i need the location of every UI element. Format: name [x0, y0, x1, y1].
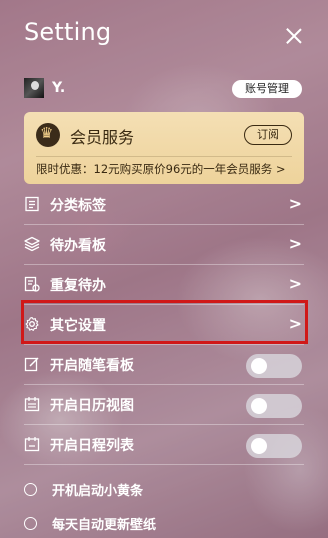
menu-item-other-settings[interactable]: 其它设置 >	[24, 304, 304, 345]
schedule-list-toggle[interactable]	[246, 434, 302, 458]
menu-item-label: 其它设置	[50, 318, 106, 334]
toggle-row-schedule-list: 开启日程列表	[24, 424, 304, 465]
menu-item-todo-board[interactable]: 待办看板 >	[24, 224, 304, 265]
option-label: 每天自动更新壁纸	[52, 518, 157, 533]
menu-item-label: 重复待办	[50, 278, 106, 294]
menu-item-categories[interactable]: 分类标签 >	[24, 184, 304, 225]
close-icon[interactable]	[285, 27, 303, 45]
account-manage-button[interactable]: 账号管理	[232, 80, 302, 98]
layers-icon	[24, 236, 40, 252]
crown-icon	[36, 123, 60, 147]
schedule-icon	[24, 437, 40, 452]
vip-divider	[36, 156, 292, 157]
menu-item-repeat-todo[interactable]: 重复待办 >	[24, 264, 304, 305]
user-info: Y.	[24, 78, 65, 98]
option-label: 开机启动小黄条	[52, 484, 144, 499]
toggle-row-notes-board: 开启随笔看板	[24, 344, 304, 385]
menu-item-label: 待办看板	[50, 238, 106, 254]
subscribe-button[interactable]: 订阅	[244, 125, 292, 145]
list-icon	[25, 196, 39, 212]
toggle-knob	[251, 358, 267, 374]
radio-button[interactable]	[24, 483, 37, 496]
radio-button[interactable]	[24, 517, 37, 530]
chevron-right-icon: >	[288, 194, 302, 213]
vip-offer-link[interactable]: 限时优惠：12元购买原价96元的一年会员服务 >	[36, 160, 286, 178]
gear-icon	[25, 316, 39, 331]
vip-card[interactable]: 会员服务 订阅 限时优惠：12元购买原价96元的一年会员服务 >	[24, 112, 304, 184]
calendar-view-toggle[interactable]	[246, 394, 302, 418]
note-edit-icon	[24, 357, 39, 372]
chevron-right-icon: >	[288, 314, 302, 333]
menu-item-label: 分类标签	[50, 198, 106, 214]
vip-title: 会员服务	[70, 128, 135, 147]
chevron-right-icon: >	[288, 234, 302, 253]
username: Y.	[52, 80, 66, 96]
toggle-label: 开启随笔看板	[50, 358, 134, 374]
calendar-icon	[24, 397, 40, 412]
window-title: Setting	[24, 18, 112, 46]
toggle-row-calendar-view: 开启日历视图	[24, 384, 304, 425]
repeat-todo-icon	[24, 276, 40, 292]
chevron-right-icon: >	[288, 274, 302, 293]
toggle-label: 开启日程列表	[50, 438, 134, 454]
avatar[interactable]	[24, 78, 44, 98]
notes-board-toggle[interactable]	[246, 354, 302, 378]
toggle-knob	[251, 438, 267, 454]
toggle-knob	[251, 398, 267, 414]
toggle-label: 开启日历视图	[50, 398, 134, 414]
